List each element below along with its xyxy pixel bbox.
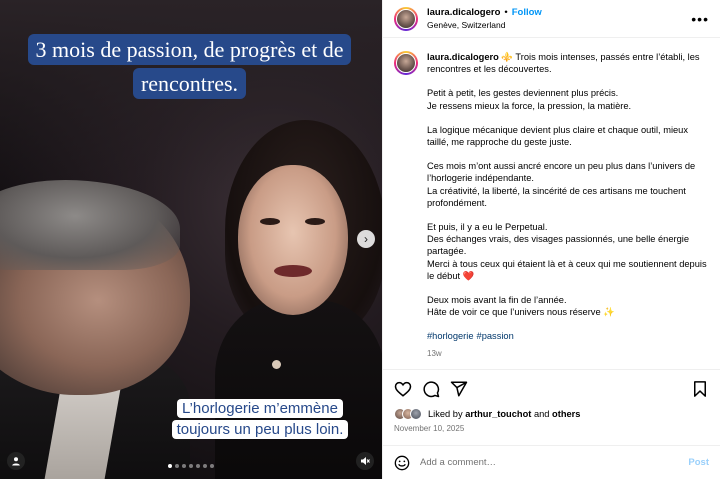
brooch	[272, 360, 281, 369]
hashtags: #horlogerie #passion	[427, 330, 709, 342]
location-link[interactable]: Genève, Switzerland	[427, 20, 542, 30]
caption-avatar[interactable]	[394, 51, 418, 75]
caption-paragraph: Petit à petit, les gestes deviennent plu…	[427, 88, 632, 111]
heart-icon[interactable]	[394, 380, 412, 398]
likes-summary: Liked by arthur_touchot and others	[383, 407, 720, 421]
liker-avatar[interactable]	[410, 408, 422, 420]
woman-body	[215, 300, 382, 479]
post-header: laura.dicalogero • Follow Genève, Switze…	[383, 0, 720, 38]
hashtag-link[interactable]: #passion	[477, 331, 514, 341]
avatar[interactable]	[394, 6, 418, 31]
separator: •	[504, 7, 508, 18]
carousel-dots	[168, 464, 214, 468]
send-icon[interactable]	[450, 380, 468, 398]
header-text: laura.dicalogero • Follow Genève, Switze…	[427, 7, 542, 30]
media-caption-bottom: L’horlogerie m’emmène toujours un peu pl…	[160, 398, 360, 440]
likes-text: Liked by arthur_touchot and others	[428, 409, 580, 419]
post-comment-button[interactable]: Post	[688, 457, 709, 468]
action-bar	[383, 369, 720, 407]
bookmark-icon[interactable]	[691, 380, 709, 398]
username-link[interactable]: laura.dicalogero	[427, 7, 500, 18]
media-caption-top: 3 mois de passion, de progrès et de renc…	[27, 33, 352, 101]
woman-eye	[305, 218, 325, 225]
comments-section: laura.dicalogero ⚜️ Trois mois intenses,…	[383, 38, 720, 369]
hashtag-link[interactable]: #horlogerie	[427, 331, 474, 341]
media-caption-top-text: 3 mois de passion, de progrès et de renc…	[27, 34, 352, 99]
instagram-post: 3 mois de passion, de progrès et de renc…	[0, 0, 720, 479]
caption-body: laura.dicalogero ⚜️ Trois mois intenses,…	[427, 51, 709, 369]
carousel-dot	[168, 464, 172, 468]
caption-paragraph: La logique mécanique devient plus claire…	[427, 124, 688, 148]
caption-paragraph: Deux mois avant la fin de l’année. Hâte …	[427, 295, 615, 318]
avatar-image	[396, 53, 416, 73]
add-comment-bar: Post	[383, 445, 720, 479]
avatar-image	[396, 8, 416, 29]
caption-paragraph: Et puis, il y a eu le Perpetual. Des éch…	[427, 222, 707, 281]
post-media[interactable]: 3 mois de passion, de progrès et de renc…	[0, 0, 382, 479]
follow-button[interactable]: Follow	[512, 7, 542, 18]
caption-paragraph: laura.dicalogero ⚜️ Trois mois intenses,…	[427, 51, 709, 75]
carousel-dot	[182, 464, 186, 468]
carousel-dot	[203, 464, 207, 468]
comment-icon[interactable]	[422, 380, 440, 398]
speaker-muted-icon[interactable]	[356, 452, 374, 470]
more-horizontal-icon[interactable]: •••	[691, 11, 709, 27]
comment-input[interactable]	[420, 457, 689, 468]
carousel-dot	[189, 464, 193, 468]
time-ago: 13w	[427, 348, 442, 358]
header-line: laura.dicalogero • Follow	[427, 7, 542, 18]
woman-face	[238, 165, 348, 315]
carousel-dot	[175, 464, 179, 468]
caption-username[interactable]: laura.dicalogero	[427, 52, 499, 62]
carousel-dot	[210, 464, 214, 468]
post-side-panel: laura.dicalogero • Follow Genève, Switze…	[382, 0, 720, 479]
caption-paragraph: Ces mois m’ont aussi ancré encore un peu…	[427, 161, 696, 208]
media-caption-bottom-text: L’horlogerie m’emmène toujours un peu pl…	[171, 399, 349, 439]
woman-lips	[274, 265, 312, 277]
likes-prefix: Liked by	[428, 409, 463, 419]
user-tag-icon[interactable]	[7, 452, 25, 470]
chevron-right-icon[interactable]: ›	[357, 230, 375, 248]
emoji-icon[interactable]	[394, 455, 410, 471]
carousel-dot	[196, 464, 200, 468]
liker-username[interactable]: arthur_touchot	[465, 409, 531, 419]
post-date[interactable]: November 10, 2025	[383, 421, 720, 445]
likes-conjunction: and	[533, 409, 550, 419]
woman-eye	[260, 218, 280, 225]
likes-others-link[interactable]: others	[552, 409, 580, 419]
